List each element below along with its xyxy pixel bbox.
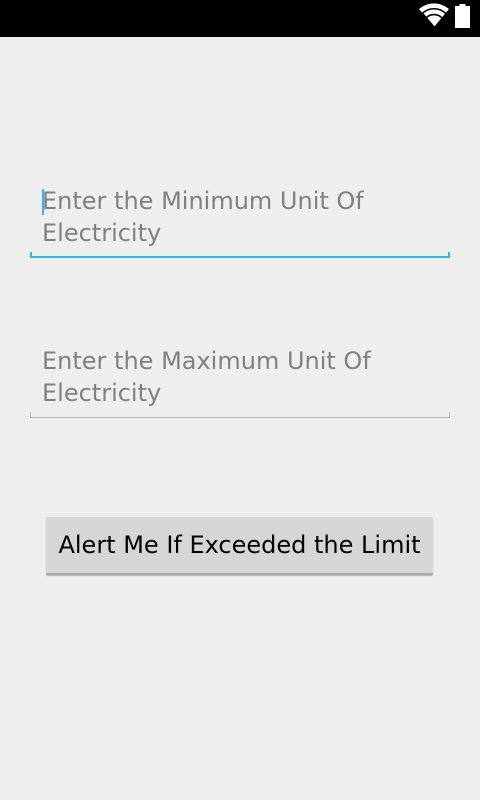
alert-limit-button[interactable]: Alert Me If Exceeded the Limit (46, 517, 433, 575)
main-content: Enter the Minimum Unit Of Electricity En… (0, 37, 480, 800)
min-unit-field[interactable]: Enter the Minimum Unit Of Electricity (30, 185, 450, 258)
status-bar (0, 0, 480, 37)
max-unit-field[interactable]: Enter the Maximum Unit Of Electricity (30, 345, 450, 418)
max-unit-placeholder: Enter the Maximum Unit Of Electricity (42, 347, 371, 407)
max-unit-underline (30, 412, 450, 418)
wifi-icon (419, 3, 449, 28)
min-unit-underline (30, 252, 450, 258)
battery-icon (455, 4, 470, 28)
min-unit-placeholder: Enter the Minimum Unit Of Electricity (42, 187, 364, 247)
text-cursor (42, 189, 44, 215)
